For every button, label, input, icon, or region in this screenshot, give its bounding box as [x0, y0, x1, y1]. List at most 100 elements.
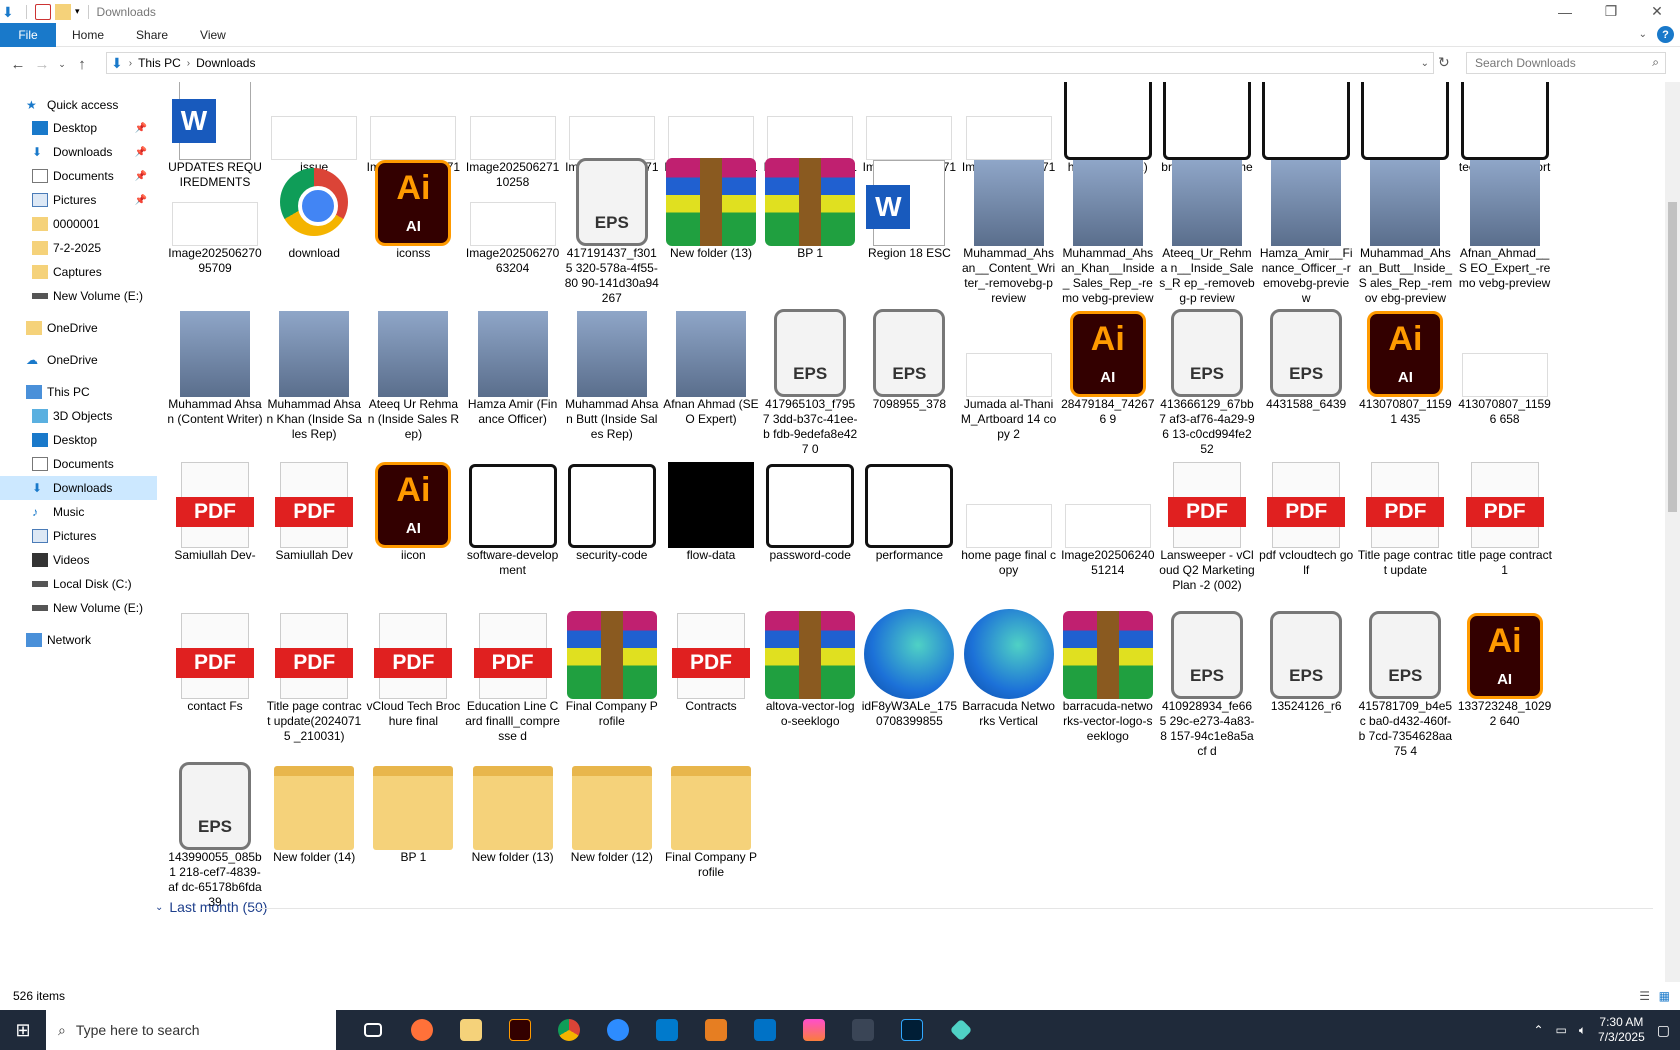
- file-item[interactable]: PDF Samiullah Dev-: [165, 458, 265, 563]
- file-item[interactable]: Afnan_Ahmad__S EO_Expert_-remo vebg-prev…: [1455, 156, 1555, 291]
- help-icon[interactable]: ?: [1657, 26, 1674, 43]
- file-item[interactable]: Muhammad Ahsan Butt (Inside Sales Rep): [562, 307, 662, 442]
- file-item[interactable]: Ateeq Ur Rehman (Inside Sales Rep): [363, 307, 463, 442]
- nav-this-pc[interactable]: This PC: [0, 380, 157, 404]
- vertical-scrollbar[interactable]: [1665, 82, 1680, 982]
- file-item[interactable]: BP 1: [760, 156, 860, 261]
- expand-ribbon-icon[interactable]: ⌄: [1639, 29, 1647, 40]
- show-hidden-icons-icon[interactable]: ⌃: [1533, 1023, 1543, 1037]
- pen-tool-icon[interactable]: [838, 1010, 887, 1050]
- taskbar-search[interactable]: ⌕ Type here to search: [46, 1010, 336, 1050]
- breadcrumb-downloads[interactable]: Downloads: [196, 56, 255, 70]
- tab-share[interactable]: Share: [120, 28, 184, 42]
- file-item[interactable]: Ateeq_Ur_Rehma n__Inside_Sales_R ep_-rem…: [1157, 156, 1257, 306]
- nav-documents[interactable]: Documents 📌: [0, 164, 157, 188]
- file-item[interactable]: EPS 4431588_6439: [1256, 307, 1356, 412]
- details-view-icon[interactable]: ☰: [1639, 989, 1650, 1003]
- nav-network[interactable]: Network: [0, 628, 157, 652]
- file-item[interactable]: Ai AI 28479184_742676 9: [1058, 307, 1158, 427]
- file-item[interactable]: Final Company Profile: [562, 609, 662, 729]
- file-item[interactable]: barracuda-netwo rks-vector-logo-s eeklog…: [1058, 609, 1158, 744]
- file-item[interactable]: Ai AI 133723248_10292 640: [1455, 609, 1555, 729]
- file-item[interactable]: Muhammad_Ahs an_Butt__Inside_S ales_Rep_…: [1355, 156, 1455, 306]
- file-item[interactable]: PDF Title page contract update: [1355, 458, 1455, 578]
- nav-videos[interactable]: Videos: [0, 548, 157, 572]
- file-item[interactable]: PDF Education Line Card finalll_compresse…: [463, 609, 563, 744]
- tab-file[interactable]: File: [0, 22, 56, 47]
- file-item[interactable]: New folder (12): [562, 760, 662, 865]
- maximize-button[interactable]: ❐: [1588, 0, 1634, 23]
- file-item[interactable]: performance: [859, 458, 959, 563]
- tab-view[interactable]: View: [184, 28, 242, 42]
- properties-icon[interactable]: [35, 3, 51, 20]
- nav-pc-downloads[interactable]: ⬇ Downloads: [0, 476, 157, 500]
- clock[interactable]: 7:30 AM 7/3/2025: [1598, 1015, 1645, 1045]
- nav-folder-7-2-2025[interactable]: 7-2-2025: [0, 236, 157, 260]
- diamond-app-icon[interactable]: [936, 1010, 985, 1050]
- minimize-button[interactable]: —: [1542, 0, 1588, 23]
- file-item[interactable]: Muhammad Ahsan (Content Writer): [165, 307, 265, 427]
- nav-desktop[interactable]: Desktop 📌: [0, 116, 157, 140]
- file-item[interactable]: PDF Samiullah Dev: [264, 458, 364, 563]
- file-item[interactable]: PDF title page contract 1: [1455, 458, 1555, 578]
- file-item[interactable]: EPS 13524126_r6: [1256, 609, 1356, 714]
- customize-toolbar-icon[interactable]: ▾: [75, 6, 80, 17]
- new-folder-icon[interactable]: [55, 3, 71, 20]
- close-button[interactable]: ✕: [1634, 0, 1680, 23]
- nav-folder-captures[interactable]: Captures: [0, 260, 157, 284]
- file-item[interactable]: PDF pdf vcloudtech golf: [1256, 458, 1356, 578]
- nav-pc-new-volume[interactable]: New Volume (E:): [0, 596, 157, 620]
- nav-3d-objects[interactable]: 3D Objects: [0, 404, 157, 428]
- large-icons-view-icon[interactable]: ▦: [1659, 989, 1670, 1003]
- file-item[interactable]: security-code: [562, 458, 662, 563]
- nav-pc-desktop[interactable]: Desktop: [0, 428, 157, 452]
- file-item[interactable]: home page final copy: [959, 458, 1059, 578]
- forward-button[interactable]: →: [30, 56, 54, 73]
- file-item[interactable]: New folder (14): [264, 760, 364, 865]
- file-item[interactable]: PDF Title page contract update(20240715 _…: [264, 609, 364, 744]
- nav-pictures[interactable]: Pictures 📌: [0, 188, 157, 212]
- file-item[interactable]: EPS 7098955_378: [859, 307, 959, 412]
- search-input[interactable]: Search Downloads ⌕: [1466, 52, 1666, 74]
- file-item[interactable]: EPS 413666129_67bb7 af3-af76-4a29-96 13-c…: [1157, 307, 1257, 457]
- file-item[interactable]: Muhammad_Ahs an__Content_Wri ter_-remove…: [959, 156, 1059, 306]
- start-button[interactable]: ⊞: [0, 1010, 46, 1050]
- photoshop-icon[interactable]: [887, 1010, 936, 1050]
- recent-locations-icon[interactable]: ⌄: [54, 59, 70, 70]
- file-item[interactable]: software-development: [463, 458, 563, 578]
- file-item[interactable]: PDF Lansweeper - vCloud Q2 Marketing Plan…: [1157, 458, 1257, 593]
- address-bar[interactable]: ⬇ › This PC › Downloads ⌄: [106, 52, 1434, 74]
- file-item[interactable]: EPS 410928934_fe665 29c-e273-4a83-8 157-9…: [1157, 609, 1257, 759]
- breadcrumb-this-pc[interactable]: This PC: [138, 56, 181, 70]
- file-item[interactable]: Image202506270 95709: [165, 156, 265, 276]
- network-icon[interactable]: ▭: [1556, 1023, 1567, 1037]
- file-item[interactable]: PDF contact Fs: [165, 609, 265, 714]
- group-header-last-month[interactable]: ⌄ Last month (50): [155, 899, 1660, 915]
- file-item[interactable]: PDF Contracts: [661, 609, 761, 714]
- nav-downloads[interactable]: ⬇ Downloads 📌: [0, 140, 157, 164]
- nav-pc-documents[interactable]: Documents: [0, 452, 157, 476]
- file-item[interactable]: idF8yW3ALe_175 0708399855: [859, 609, 959, 729]
- nav-new-volume[interactable]: New Volume (E:): [0, 284, 157, 308]
- back-button[interactable]: ←: [6, 56, 30, 73]
- creative-cloud-icon[interactable]: [789, 1010, 838, 1050]
- file-item[interactable]: flow-data: [661, 458, 761, 563]
- archive-app-icon[interactable]: [691, 1010, 740, 1050]
- nav-onedrive-personal[interactable]: OneDrive: [0, 316, 157, 340]
- file-item[interactable]: download: [264, 156, 364, 261]
- file-item[interactable]: New folder (13): [661, 156, 761, 261]
- file-item[interactable]: W Region 18 ESC: [859, 156, 959, 261]
- firefox-icon[interactable]: [397, 1010, 446, 1050]
- file-item[interactable]: EPS 415781709_b4e5c ba0-d432-460f-b 7cd-7…: [1355, 609, 1455, 759]
- nav-quick-access[interactable]: ★ Quick access: [0, 93, 157, 117]
- nav-onedrive[interactable]: ☁ OneDrive: [0, 348, 157, 372]
- up-button[interactable]: ↑: [70, 56, 94, 73]
- file-item[interactable]: Hamza Amir (Finance Officer): [463, 307, 563, 427]
- file-item[interactable]: BP 1: [363, 760, 463, 865]
- nav-pc-pictures[interactable]: Pictures: [0, 524, 157, 548]
- search-icon[interactable]: ⌕: [1652, 55, 1659, 70]
- refresh-icon[interactable]: ↻: [1438, 54, 1450, 71]
- volume-icon[interactable]: 🔈︎: [1579, 1023, 1586, 1038]
- nav-music[interactable]: ♪ Music: [0, 500, 157, 524]
- nav-folder-0000001[interactable]: 0000001: [0, 212, 157, 236]
